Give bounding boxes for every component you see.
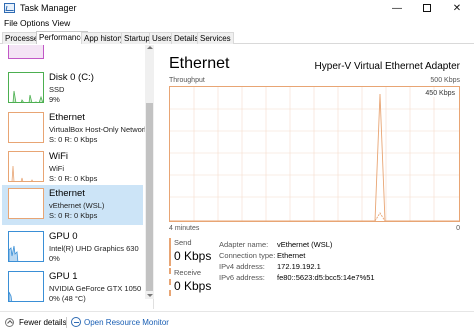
sidebar-item-usage: 0% <box>49 254 60 263</box>
sidebar-item-detail: VirtualBox Host-Only Network <box>49 125 149 134</box>
wifi-thumbnail-graph <box>8 151 44 182</box>
sidebar-item-detail: Intel(R) UHD Graphics 630 <box>49 244 139 253</box>
window-title: Task Manager <box>20 3 77 13</box>
prop-ipv4-value: 172.19.192.1 <box>277 262 321 271</box>
gpu0-thumbnail-graph <box>8 231 44 262</box>
sidebar-item-label: Disk 0 (C:) <box>49 72 94 83</box>
fewer-details-button[interactable]: Fewer details <box>19 318 67 327</box>
sidebar-item-usage: 0% (48 °C) <box>49 294 86 303</box>
prop-ipv6-key: IPv6 address: <box>219 273 265 282</box>
sidebar-item-label: GPU 0 <box>49 231 78 242</box>
prop-adapter-name-key: Adapter name: <box>219 240 269 249</box>
receive-value: 0 Kbps <box>174 279 212 293</box>
adapter-name: Hyper-V Virtual Ethernet Adapter <box>314 61 460 72</box>
sidebar-item-label: Ethernet <box>49 188 85 199</box>
sidebar-item-detail: SSD <box>49 85 65 94</box>
receive-stat: Receive 0 Kbps <box>169 268 214 296</box>
graph-scale-label: 450 Kbps <box>424 90 456 97</box>
menu-bar: File Options View <box>0 17 474 30</box>
sidebar-item-wifi[interactable]: WiFi WiFi S: 0 R: 0 Kbps <box>4 148 143 188</box>
sidebar-item-usage: S: 0 R: 0 Kbps <box>49 211 98 220</box>
scroll-up-icon[interactable] <box>147 46 153 49</box>
sidebar-scrollbar[interactable] <box>145 45 154 299</box>
send-series-line <box>170 93 459 221</box>
prop-ipv6-value: fe80::5623:d5:bcc5:14e7%51 <box>277 273 375 282</box>
receive-series-line <box>374 212 386 221</box>
sidebar-item-label: WiFi <box>49 151 68 162</box>
disk-thumbnail-graph <box>8 72 44 103</box>
sidebar-item-label: Ethernet <box>49 112 85 123</box>
gpu1-thumbnail-graph <box>8 271 44 302</box>
prop-ipv4-key: IPv4 address: <box>219 262 265 271</box>
resource-monitor-icon[interactable] <box>71 317 81 327</box>
menu-view[interactable]: View <box>52 18 70 28</box>
title-bar[interactable]: Task Manager — ✕ <box>0 0 474 17</box>
tab-services[interactable]: Services <box>197 32 234 44</box>
sidebar-item-memory[interactable] <box>4 45 143 65</box>
send-label: Send <box>174 238 192 247</box>
maximize-icon <box>423 4 431 13</box>
throughput-graph-svg <box>170 87 459 221</box>
receive-label: Receive <box>174 268 202 277</box>
scroll-down-icon[interactable] <box>147 294 153 297</box>
open-resource-monitor-link[interactable]: Open Resource Monitor <box>84 318 169 327</box>
menu-options[interactable]: Options <box>20 18 49 28</box>
sidebar-item-gpu0[interactable]: GPU 0 Intel(R) UHD Graphics 630 0% <box>4 228 143 268</box>
sidebar-item-gpu1[interactable]: GPU 1 NVIDIA GeForce GTX 1050 0% (48 °C) <box>4 268 143 308</box>
ethernet-thumbnail-graph <box>8 188 44 219</box>
graph-time-label: 4 minutes <box>169 225 200 232</box>
sidebar-item-usage: S: 0 R: 0 Kbps <box>49 174 98 183</box>
prop-adapter-name-value: vEthernet (WSL) <box>277 240 333 249</box>
throughput-max-label: 500 Kbps <box>430 77 460 84</box>
footer-bar: Fewer details Open Resource Monitor <box>0 311 474 334</box>
minimize-button[interactable]: — <box>382 0 412 17</box>
maximize-button[interactable] <box>412 0 442 17</box>
sidebar-item-usage: 9% <box>49 95 60 104</box>
tab-bar: Processes Performance App history Startu… <box>0 31 474 44</box>
sidebar-item-disk[interactable]: Disk 0 (C:) SSD 9% <box>4 69 143 109</box>
ethernet-thumbnail-graph <box>8 112 44 143</box>
scrollbar-thumb[interactable] <box>146 103 153 291</box>
footer-divider <box>66 317 67 328</box>
graph-zero-label: 0 <box>456 225 460 232</box>
chevron-up-icon[interactable] <box>5 318 14 327</box>
sidebar-item-ethernet-virtualbox[interactable]: Ethernet VirtualBox Host-Only Network S:… <box>4 109 148 149</box>
sidebar-item-detail: WiFi <box>49 164 64 173</box>
throughput-graph: 450 Kbps <box>169 86 460 222</box>
send-stat: Send 0 Kbps <box>169 238 214 266</box>
sidebar-item-label: GPU 1 <box>49 271 78 282</box>
sidebar-item-ethernet-wsl[interactable]: Ethernet vEthernet (WSL) S: 0 R: 0 Kbps <box>2 185 143 225</box>
prop-connection-type-value: Ethernet <box>277 251 306 260</box>
throughput-label: Throughput <box>169 77 205 84</box>
page-title: Ethernet <box>169 55 230 72</box>
send-value: 0 Kbps <box>174 249 212 263</box>
memory-thumbnail-graph <box>8 45 44 59</box>
close-button[interactable]: ✕ <box>442 0 472 17</box>
prop-connection-type-key: Connection type: <box>219 251 276 260</box>
menu-file[interactable]: File <box>4 18 18 28</box>
sidebar-item-detail: NVIDIA GeForce GTX 1050 <box>49 284 142 293</box>
sidebar-item-usage: S: 0 R: 0 Kbps <box>49 135 98 144</box>
sidebar-item-detail: vEthernet (WSL) <box>49 201 105 210</box>
task-manager-icon <box>4 3 15 13</box>
performance-sidebar: Disk 0 (C:) SSD 9% Ethernet VirtualBox H… <box>0 45 154 309</box>
